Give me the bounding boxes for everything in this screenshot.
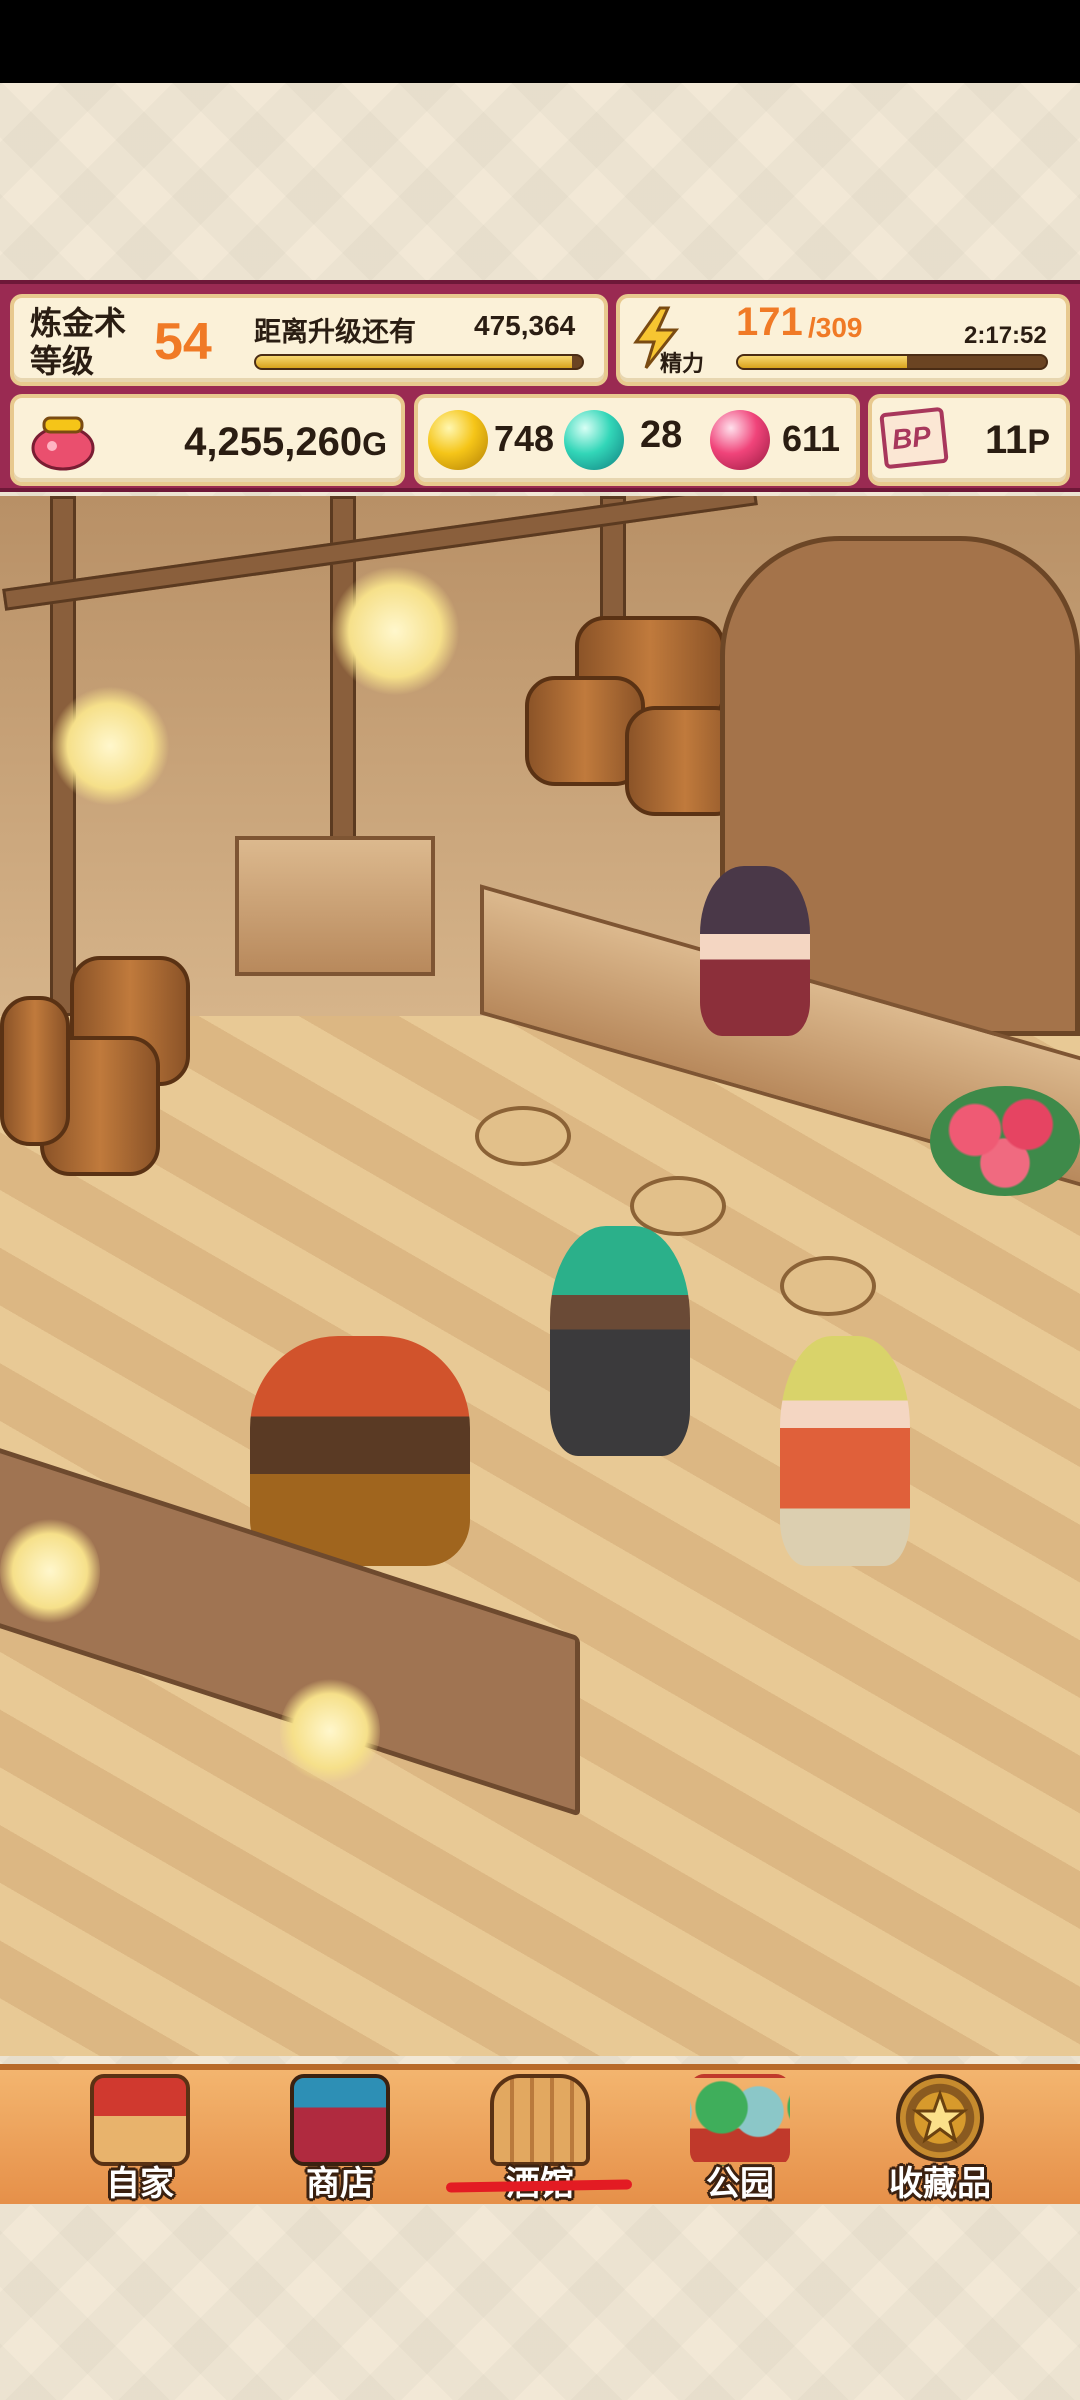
bp-icon-text: BP [890, 420, 933, 456]
purse-icon [31, 416, 95, 471]
star-icon [911, 2089, 969, 2144]
nav-item-park[interactable]: 公园 [640, 2070, 840, 2210]
system-status-bar [0, 0, 1080, 83]
top-hud: 炼金术 等级 54 距离升级还有 475,364 精力 171 /309 2:1… [0, 280, 1080, 492]
gold-value: 4,255,260G [184, 420, 387, 465]
gold-panel[interactable]: 4,255,260G [10, 394, 405, 486]
rose-bouquet [930, 1086, 1080, 1196]
bp-panel[interactable]: BP 11P [868, 394, 1070, 486]
alchemy-level-label: 炼金术 等级 [30, 304, 127, 380]
bp-ticket-icon: BP [879, 406, 949, 470]
energy-progress-fill [738, 356, 908, 368]
pink-gem-icon [710, 410, 770, 470]
energy-progress-bar [736, 354, 1048, 370]
bp-amount: 11 [985, 418, 1028, 462]
nav-label-shop: 商店 [306, 2164, 374, 2204]
alchemy-level-value: 54 [154, 313, 212, 371]
blond-boy-character[interactable] [780, 1336, 910, 1566]
table-oil-lamp [280, 1676, 380, 1786]
bartender-character[interactable] [700, 866, 810, 1036]
pink-gem-count: 611 [782, 418, 841, 459]
tavern-door-icon [490, 2074, 590, 2166]
next-level-label: 距离升级还有 [254, 317, 416, 348]
gold-amount: 4,255,260 [184, 420, 363, 464]
energy-timer: 2:17:52 [964, 322, 1047, 349]
nav-label-home: 自家 [106, 2164, 174, 2204]
gems-panel[interactable]: 748 28 611 [414, 394, 860, 486]
house-icon [90, 2074, 190, 2166]
alchemy-level-panel[interactable]: 炼金术 等级 54 距离升级还有 475,364 [10, 294, 608, 386]
energy-panel[interactable]: 精力 171 /309 2:17:52 [616, 294, 1070, 386]
nav-label-park: 公园 [706, 2164, 774, 2204]
star-medal-icon [896, 2074, 984, 2162]
gold-gem-icon [428, 410, 488, 470]
bar-stool[interactable] [780, 1256, 876, 1316]
wall-lamp [330, 566, 460, 696]
exp-progress-bar [254, 354, 584, 370]
wine-barrel[interactable] [0, 996, 70, 1146]
energy-max: /309 [808, 312, 863, 343]
bar-stool[interactable] [475, 1106, 571, 1166]
energy-current: 171 [736, 300, 803, 344]
exp-progress-fill [256, 356, 573, 368]
bp-value: 11P [985, 418, 1050, 463]
nav-item-home[interactable]: 自家 [40, 2070, 240, 2210]
gold-unit: G [362, 426, 387, 462]
nav-label-collection: 收藏品 [889, 2164, 991, 2204]
table-oil-lamp [0, 1516, 100, 1626]
wall-lamp [50, 686, 170, 806]
cyan-gem-count: 28 [640, 414, 683, 456]
archer-character[interactable] [550, 1226, 690, 1456]
bp-unit: P [1027, 423, 1050, 461]
energy-label: 精力 [660, 352, 705, 377]
miner-character[interactable] [250, 1336, 470, 1566]
side-counter[interactable] [235, 836, 435, 976]
gold-gem-count: 748 [494, 418, 555, 459]
next-level-exp-value: 475,364 [474, 310, 576, 341]
cyan-gem-icon [564, 410, 624, 470]
tavern-scene[interactable] [0, 496, 1080, 2056]
park-icon [690, 2074, 790, 2166]
shop-icon [290, 2074, 390, 2166]
nav-item-collection[interactable]: 收藏品 [840, 2070, 1040, 2210]
nav-item-shop[interactable]: 商店 [240, 2070, 440, 2210]
